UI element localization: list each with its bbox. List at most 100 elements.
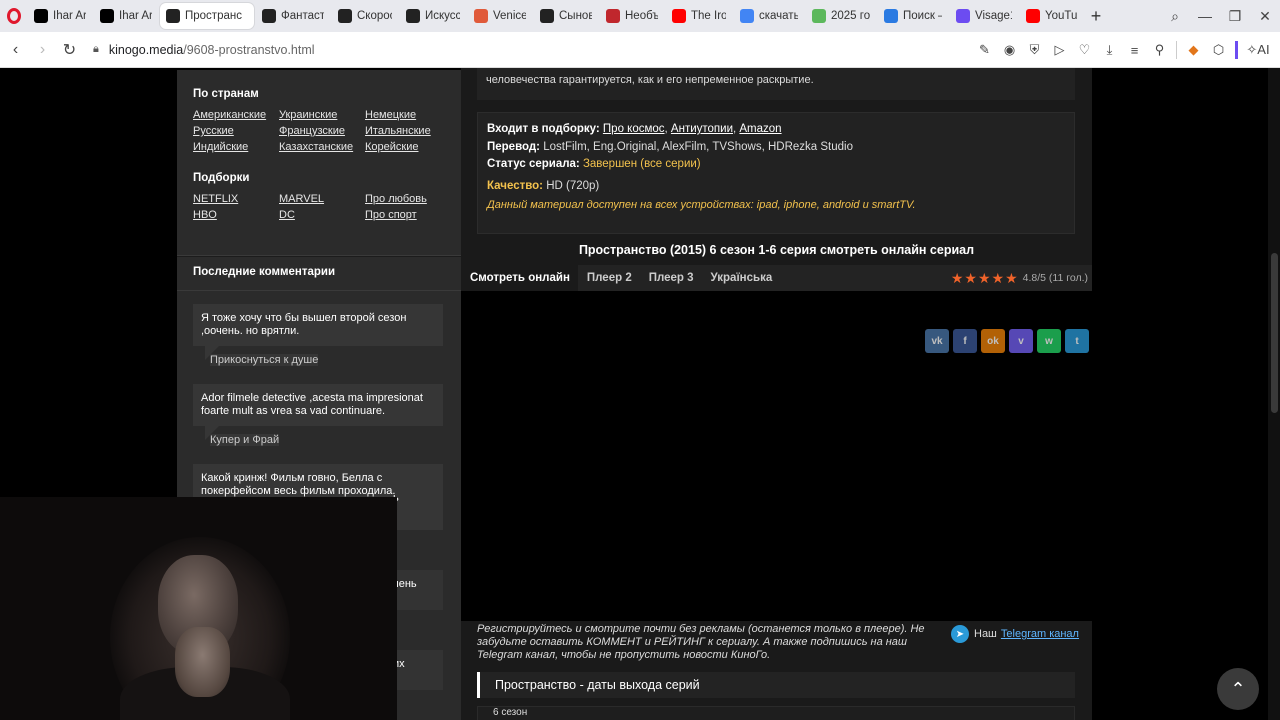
menu-icon[interactable]: ≡ [1122,43,1147,58]
download-icon[interactable]: ⤓ [1097,42,1122,58]
collection-link[interactable]: DC [279,208,365,223]
browser-tab[interactable]: Сыновья [534,3,598,29]
browser-tab[interactable]: Visage11 [950,3,1018,29]
star-icon[interactable]: ★ [978,270,991,286]
restore-button[interactable]: ❐ [1220,8,1250,25]
star-icon[interactable]: ★ [1005,270,1018,286]
browser-tab[interactable]: YouTube [1020,3,1084,29]
profile-icon[interactable]: ⚲ [1147,42,1172,58]
kinogo-icon [262,9,276,23]
country-link[interactable]: Казахстанские [279,140,365,155]
season-row[interactable]: 6 сезон [477,706,1075,720]
site-icon [884,9,898,23]
collection-link[interactable]: Про спорт [365,208,465,223]
whatsapp-share-icon[interactable]: w [1037,329,1061,353]
watch-title: Пространство (2015) 6 сезон 1-6 серия см… [578,243,975,257]
shield-icon[interactable]: ⛨ [1022,42,1047,58]
country-link[interactable]: Индийские [193,140,279,155]
browser-tab[interactable]: Искусств [400,3,466,29]
browser-tab[interactable]: Venice C [468,3,532,29]
star-icon[interactable]: ★ [951,270,964,286]
video-player[interactable]: vk f ok v w t [461,291,1092,621]
telegram-link[interactable]: Telegram канал [1001,628,1079,640]
browser-tab[interactable]: The Iron [666,3,732,29]
kinogo-icon [338,9,352,23]
comment-film-link[interactable]: Прикоснуться к душе [210,354,319,366]
country-link[interactable]: Русские [193,124,279,139]
collection-link[interactable]: Про любовь [365,192,465,207]
facebook-share-icon[interactable]: f [953,329,977,353]
collection-link-amazon[interactable]: Amazon [739,123,781,135]
viber-share-icon[interactable]: v [1009,329,1033,353]
webcam-person-hand [175,627,230,697]
collection-link[interactable]: NETFLIX [193,192,279,207]
country-link[interactable]: Французские [279,124,365,139]
tab-title: Ihar Arts [53,10,86,22]
quality-label: Качество: [487,179,543,192]
browser-tab[interactable]: Пространс [160,3,254,29]
collection-link[interactable]: MARVEL [279,192,365,207]
browser-tab[interactable]: Поиск – [878,3,948,29]
comment-film-link[interactable]: Купер и Фрай [210,434,280,446]
browser-tab[interactable]: Фантаст [256,3,330,29]
tab-title: Искусств [425,10,460,22]
ai-label: AI [1257,42,1270,57]
star-icon[interactable]: ★ [964,270,977,286]
tab-title: 2025 год [831,10,870,22]
site-icon [956,9,970,23]
release-dates-header[interactable]: Пространство - даты выхода серий [477,672,1075,698]
vk-share-icon[interactable]: vk [925,329,949,353]
browser-tab[interactable]: Скорост [332,3,398,29]
status-row: Статус сериала: Завершен (все серии) [487,156,1065,174]
translation-value: LostFilm, Eng.Original, AlexFilm, TVShow… [543,140,853,153]
ai-button[interactable]: ✧AI [1242,42,1274,58]
metamask-icon[interactable]: ◆ [1181,42,1206,58]
tab-search-icon[interactable]: ⌕ [1160,8,1190,25]
back-button[interactable]: ‹ [2,41,29,59]
country-link[interactable]: Корейские [365,140,465,155]
tab-ukrainian[interactable]: Українська [702,265,781,291]
country-link[interactable]: Украинские [279,108,365,123]
tab-title: Поиск – [903,10,942,22]
star-icon[interactable]: ★ [992,270,1005,286]
scroll-to-top-button[interactable]: ⌃ [1217,668,1259,710]
devices-note: Данный материал доступен на всех устройс… [487,199,916,211]
url-field[interactable]: 🔒︎ kinogo.media/9608-prostranstvo.html [93,43,315,57]
minimize-button[interactable]: — [1190,8,1220,24]
collection-link-dystopia[interactable]: Антиутопии [671,123,733,135]
telegram-share-icon[interactable]: t [1065,329,1089,353]
scrollbar-thumb[interactable] [1271,253,1278,413]
cube-icon[interactable]: ⬡ [1206,42,1231,58]
description-box: человечества гарантируется, как и его не… [477,68,1075,100]
reload-button[interactable]: ↻ [56,40,83,60]
play-icon[interactable]: ▷ [1047,42,1072,58]
browser-tab[interactable]: Ihar Arts [94,3,158,29]
browser-tab[interactable]: 2025 год [806,3,876,29]
camera-icon[interactable]: ◉ [997,42,1022,58]
collection-link[interactable]: HBO [193,208,279,223]
close-window-button[interactable]: ✕ [1250,8,1280,25]
country-link[interactable]: Немецкие [365,108,465,123]
comment-item[interactable]: Ador filmele detective ,acesta ma impres… [193,384,443,440]
comment-text: Ador filmele detective ,acesta ma impres… [201,392,423,417]
edit-icon[interactable]: ✎ [972,42,997,58]
new-tab-button[interactable]: + [1084,6,1108,27]
tab-player-3[interactable]: Плеер 3 [640,265,702,291]
tab-watch-online[interactable]: Смотреть онлайн [461,265,578,291]
google-icon [740,9,754,23]
collection-link-space[interactable]: Про космос [603,123,665,135]
browser-tab[interactable]: скачать [734,3,804,29]
page-scrollbar[interactable] [1268,68,1280,720]
rating-stars[interactable]: ★★★★★ [951,270,1019,287]
browser-tab[interactable]: Необъят [600,3,664,29]
tab-player-2[interactable]: Плеер 2 [578,265,640,291]
country-link[interactable]: Итальянские [365,124,465,139]
opera-logo-icon[interactable] [0,0,28,32]
forward-button[interactable]: › [29,41,56,59]
odnoklassniki-share-icon[interactable]: ok [981,329,1005,353]
country-link[interactable]: Американские [193,108,279,123]
browser-tab[interactable]: Ihar Arts [28,3,92,29]
webcam-overlay [0,497,397,720]
heart-icon[interactable]: ♡ [1072,42,1097,58]
comment-item[interactable]: Я тоже хочу что бы вышел второй сезон ,о… [193,304,443,360]
